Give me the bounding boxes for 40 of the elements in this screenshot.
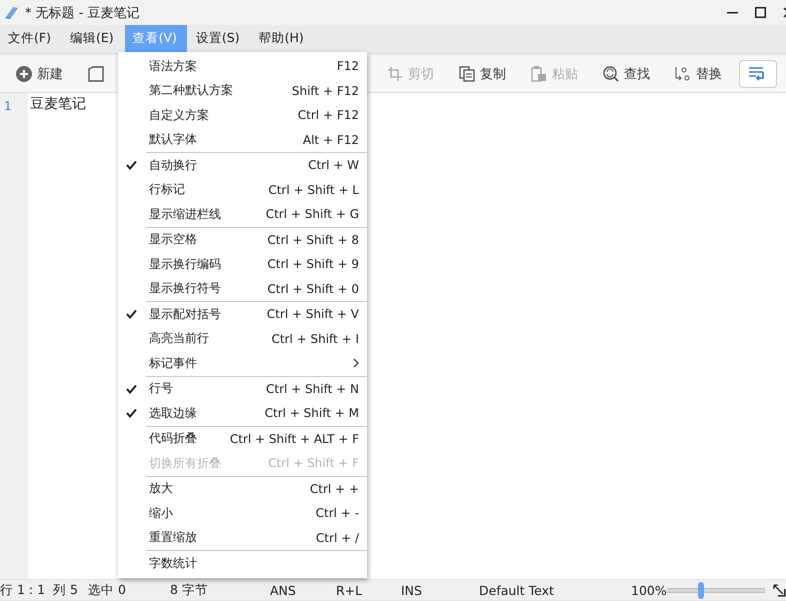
status-field: R+L — [336, 582, 401, 598]
line-number: 1 — [3, 98, 13, 115]
status-field: 行 1 : 1 — [0, 582, 53, 598]
menu-item[interactable]: 字数统计 — [118, 551, 367, 576]
menu-item[interactable]: 第二种默认方案 Shift + F12 — [118, 78, 367, 103]
menu-item[interactable]: 显示空格 Ctrl + Shift + 8 — [118, 228, 367, 252]
copy-button[interactable]: 复制 — [459, 62, 506, 86]
menu-item[interactable]: 放大 Ctrl + + — [118, 476, 367, 501]
menu-item[interactable]: 缩小 Ctrl + - — [118, 501, 367, 526]
status-field: Default Text — [479, 582, 631, 598]
status-field: 8 字节 — [170, 582, 270, 598]
status-field: INS — [401, 582, 479, 598]
menu-bar-item[interactable]: 文件(F) — [0, 25, 61, 52]
menu-item[interactable]: 语法方案 F12 — [118, 54, 367, 78]
menu-item[interactable]: 显示换行编码 Ctrl + Shift + 9 — [118, 252, 367, 276]
menu-item[interactable]: 显示换行符号 Ctrl + Shift + 0 — [118, 276, 367, 301]
window-title: * 无标题 - 豆麦笔记 — [25, 4, 141, 22]
status-field: ANS — [270, 582, 336, 598]
menu-item[interactable]: 选取边缘 Ctrl + Shift + M — [118, 401, 367, 426]
menu-item[interactable]: 默认字体 Alt + F12 — [118, 128, 367, 152]
menu-bar-item[interactable]: 编辑(E) — [62, 25, 124, 52]
find-button[interactable]: 查找 — [603, 62, 650, 86]
status-field: 100% — [631, 582, 665, 598]
menu-item[interactable]: 显示配对括号 Ctrl + Shift + V — [118, 302, 367, 326]
menu-item[interactable]: 高亮当前行 Ctrl + Shift + I — [118, 326, 367, 351]
menu-item[interactable]: 自定义方案 Ctrl + F12 — [118, 103, 367, 128]
menu-item[interactable]: 行标记 Ctrl + Shift + L — [118, 178, 367, 202]
status-field: 选中 0 — [88, 582, 170, 598]
editor-line: 豆麦笔记 — [30, 95, 87, 114]
new-button[interactable]: 新建 — [16, 62, 63, 86]
menu-bar-item[interactable]: 设置(S) — [188, 25, 250, 52]
menu-item[interactable]: 重置缩放 Ctrl + / — [118, 526, 367, 550]
menu-item[interactable]: 代码折叠 Ctrl + Shift + ALT + F — [118, 426, 367, 451]
menu-item[interactable]: 标记事件 — [118, 351, 367, 376]
menu-item[interactable]: 显示缩进栏线 Ctrl + Shift + G — [118, 202, 367, 226]
menu-item[interactable]: 行号 Ctrl + Shift + N — [118, 376, 367, 401]
menu-item[interactable]: 自动换行 Ctrl + W — [118, 153, 367, 178]
menu-bar-item[interactable]: 帮助(H) — [250, 25, 314, 52]
status-field: 列 5 — [53, 582, 88, 598]
replace-button[interactable]: 替换 — [675, 62, 722, 86]
